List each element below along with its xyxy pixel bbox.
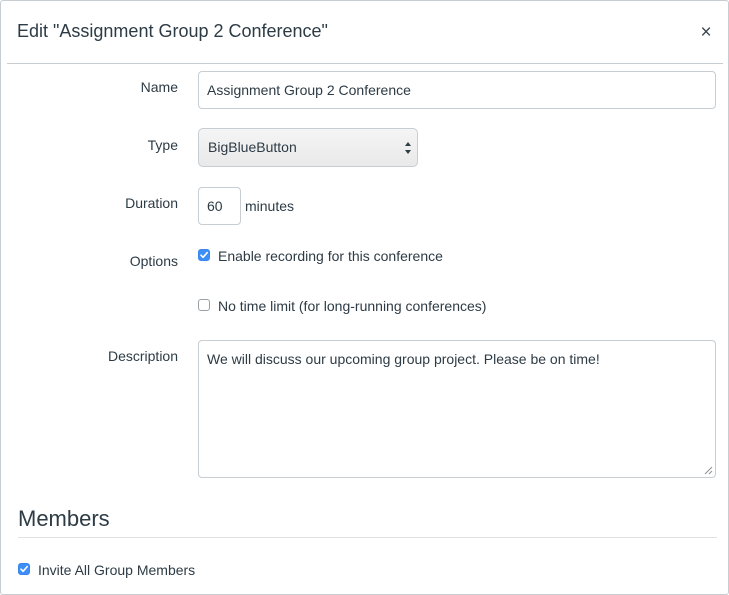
- invite-all-checkbox[interactable]: [18, 563, 30, 575]
- dialog-header: Edit "Assignment Group 2 Conference" ×: [7, 1, 723, 64]
- description-text: We will discuss our upcoming group proje…: [207, 351, 600, 367]
- members-heading: Members: [18, 506, 110, 531]
- type-label: Type: [147, 137, 178, 153]
- name-input[interactable]: Assignment Group 2 Conference: [198, 71, 716, 109]
- no-time-limit-checkbox[interactable]: [198, 299, 210, 311]
- dialog-title: Edit "Assignment Group 2 Conference": [17, 21, 328, 41]
- type-select[interactable]: BigBlueButton: [198, 128, 418, 167]
- type-select-value: BigBlueButton: [208, 139, 297, 155]
- enable-recording-label[interactable]: Enable recording for this conference: [218, 248, 443, 264]
- duration-label: Duration: [125, 195, 178, 211]
- name-label: Name: [140, 79, 178, 95]
- edit-conference-dialog: Edit "Assignment Group 2 Conference" × N…: [0, 0, 729, 595]
- checkmark-icon: [20, 565, 28, 573]
- options-label: Options: [129, 253, 178, 269]
- enable-recording-checkbox[interactable]: [198, 249, 210, 261]
- members-divider: [18, 537, 717, 538]
- close-button[interactable]: ×: [698, 23, 714, 43]
- duration-unit: minutes: [245, 198, 295, 214]
- invite-all-label[interactable]: Invite All Group Members: [38, 562, 195, 578]
- description-label: Description: [107, 348, 178, 364]
- checkmark-icon: [200, 251, 208, 259]
- duration-input[interactable]: 60: [198, 187, 241, 225]
- close-icon: ×: [700, 22, 712, 43]
- select-arrows-icon: [405, 142, 411, 154]
- resize-grip-icon[interactable]: [704, 466, 713, 475]
- description-textarea[interactable]: We will discuss our upcoming group proje…: [198, 340, 716, 478]
- no-time-limit-label[interactable]: No time limit (for long-running conferen…: [218, 298, 486, 314]
